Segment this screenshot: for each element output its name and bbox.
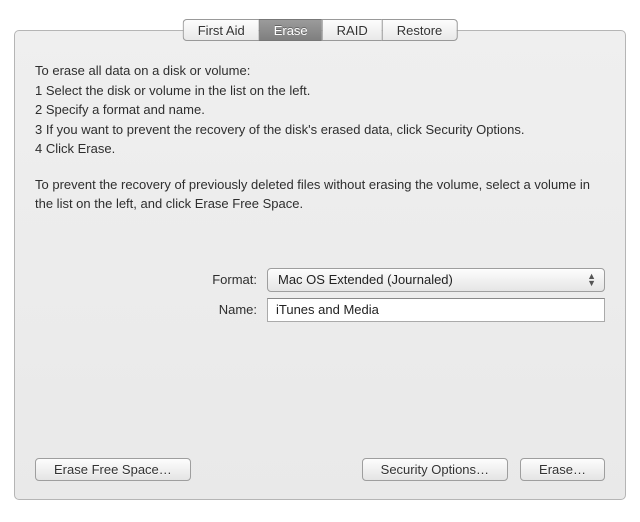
instructions-para2: To prevent the recovery of previously de… [35, 175, 605, 214]
format-label: Format: [35, 272, 267, 287]
instructions-step2: 2 Specify a format and name. [35, 100, 605, 120]
security-options-button[interactable]: Security Options… [362, 458, 508, 481]
tab-restore[interactable]: Restore [382, 19, 458, 41]
instructions-heading: To erase all data on a disk or volume: [35, 61, 605, 81]
button-row: Erase Free Space… Security Options… Eras… [35, 458, 605, 481]
tab-erase[interactable]: Erase [259, 19, 322, 41]
tab-bar: First Aid Erase RAID Restore [183, 19, 458, 41]
instructions-step3: 3 If you want to prevent the recovery of… [35, 120, 605, 140]
name-input[interactable] [267, 298, 605, 322]
instructions: To erase all data on a disk or volume: 1… [35, 61, 605, 214]
name-label: Name: [35, 302, 267, 317]
erase-free-space-button[interactable]: Erase Free Space… [35, 458, 191, 481]
instructions-step4: 4 Click Erase. [35, 139, 605, 159]
format-popup[interactable]: Mac OS Extended (Journaled) ▲▼ [267, 268, 605, 292]
name-row: Name: [35, 298, 605, 322]
format-row: Format: Mac OS Extended (Journaled) ▲▼ [35, 268, 605, 292]
updown-arrows-icon: ▲▼ [587, 273, 596, 287]
format-value: Mac OS Extended (Journaled) [278, 272, 453, 287]
tab-raid[interactable]: RAID [322, 19, 382, 41]
tab-first-aid[interactable]: First Aid [183, 19, 259, 41]
erase-panel: To erase all data on a disk or volume: 1… [14, 30, 626, 500]
instructions-step1: 1 Select the disk or volume in the list … [35, 81, 605, 101]
erase-button[interactable]: Erase… [520, 458, 605, 481]
